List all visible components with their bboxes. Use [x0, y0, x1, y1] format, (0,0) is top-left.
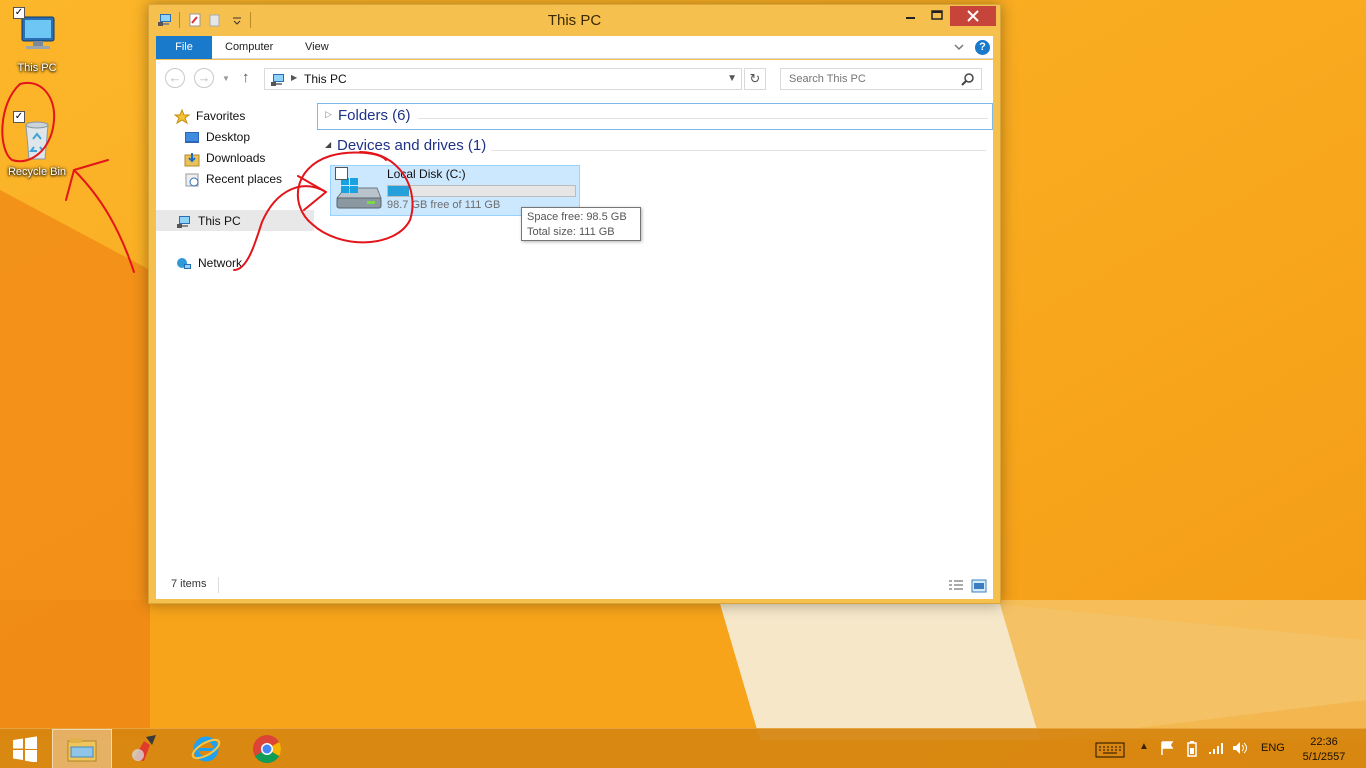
ccleaner-icon — [132, 735, 156, 761]
navigation-pane: Favorites Desktop Downloads Recent place… — [156, 95, 314, 573]
internet-explorer-icon — [191, 736, 221, 762]
start-icon — [13, 736, 37, 762]
taskbar-chrome[interactable] — [237, 729, 297, 768]
help-icon[interactable]: ? — [975, 40, 990, 55]
minimize-icon — [906, 17, 915, 19]
status-separator — [218, 577, 219, 593]
group-divider — [491, 150, 986, 151]
downloads-icon — [184, 153, 200, 167]
content-area: Favorites Desktop Downloads Recent place… — [156, 95, 993, 599]
touch-keyboard-icon[interactable] — [1095, 742, 1125, 758]
file-explorer-icon — [67, 738, 97, 762]
desktop-icon-this-pc[interactable]: ✓ This PC — [0, 7, 74, 74]
desktop-icon-label: This PC — [17, 62, 57, 74]
tooltip-line: Space free: 98.5 GB — [527, 211, 627, 223]
group-divider — [418, 118, 988, 119]
drive-name: Local Disk (C:) — [387, 167, 466, 181]
desktop-icon-label: Recycle Bin — [7, 166, 67, 178]
network-signal-icon[interactable] — [1207, 740, 1225, 756]
action-center-flag-icon[interactable] — [1159, 740, 1175, 756]
ribbon-tabs: File Computer View ? — [156, 36, 993, 59]
devices-group-header[interactable]: Devices and drives (1) — [337, 137, 486, 154]
details-view-icon[interactable] — [948, 579, 964, 593]
window-title: This PC — [547, 12, 602, 29]
volume-icon[interactable] — [1231, 740, 1249, 756]
star-icon — [174, 109, 190, 125]
items-view: ▷ Folders (6) ◢ Devices and drives (1) L… — [316, 95, 993, 573]
item-count: 7 items — [171, 578, 207, 590]
file-explorer-window: This PC File Computer View ? ← → ▼ ↑ ▶ T… — [148, 4, 1001, 604]
back-button[interactable]: ← — [165, 68, 185, 88]
nav-label: Desktop — [206, 130, 251, 144]
desktop-icon — [185, 132, 199, 143]
breadcrumb-arrow-icon[interactable]: ▶ — [291, 73, 297, 82]
desktop-icon-checkbox[interactable]: ✓ — [13, 111, 25, 123]
taskbar: ▲ ENG 22:36 5/1/2557 — [0, 728, 1366, 768]
recycle-bin-icon — [25, 121, 49, 160]
nav-label: Downloads — [206, 151, 266, 165]
minimize-button[interactable] — [897, 6, 923, 26]
input-language-indicator[interactable]: ENG — [1261, 742, 1285, 754]
close-button[interactable] — [950, 6, 996, 26]
taskbar-clock[interactable]: 22:36 5/1/2557 — [1292, 735, 1356, 765]
navigation-bar: ← → ▼ ↑ ▶ This PC ▼ ↻ — [156, 60, 993, 95]
taskbar-internet-explorer[interactable] — [176, 729, 236, 768]
taskbar-file-explorer[interactable] — [52, 729, 112, 768]
status-bar: 7 items — [156, 573, 993, 599]
power-battery-icon[interactable] — [1184, 740, 1200, 758]
chevron-down-icon[interactable] — [953, 41, 965, 53]
start-button[interactable] — [0, 729, 50, 768]
group-title: Folders (6) — [338, 107, 411, 124]
folders-group-header[interactable]: ▷ Folders (6) — [317, 103, 993, 130]
close-icon — [967, 10, 979, 22]
this-pc-small-icon — [177, 216, 190, 228]
this-pc-small-icon — [271, 74, 284, 86]
tab-file[interactable]: File — [156, 36, 212, 59]
search-box[interactable] — [780, 68, 982, 90]
search-input[interactable] — [781, 69, 956, 89]
drive-free-space: 98.7 GB free of 111 GB — [387, 199, 501, 211]
chrome-icon — [253, 735, 281, 763]
maximize-button[interactable] — [924, 6, 950, 26]
recent-places-icon — [185, 173, 199, 187]
tooltip-line: Total size: 111 GB — [527, 226, 615, 238]
nav-label: Recent places — [206, 172, 283, 186]
network-icon — [177, 258, 191, 269]
large-icons-view-icon[interactable] — [971, 579, 987, 593]
nav-label: Network — [198, 256, 243, 270]
drive-tooltip: Space free: 98.5 GB Total size: 111 GB — [521, 207, 641, 241]
search-icon[interactable] — [961, 72, 975, 86]
title-bar[interactable]: This PC — [149, 5, 1000, 35]
tab-view[interactable]: View — [295, 36, 339, 59]
breadcrumb[interactable]: This PC — [304, 72, 347, 86]
taskbar-ccleaner[interactable] — [114, 729, 174, 768]
refresh-button[interactable]: ↻ — [744, 68, 766, 90]
this-pc-icon — [21, 16, 55, 49]
address-dropdown-icon[interactable]: ▼ — [727, 73, 737, 84]
chevron-right-icon: ▷ — [325, 109, 332, 119]
tab-computer[interactable]: Computer — [215, 36, 283, 59]
nav-label: This PC — [198, 214, 241, 228]
recent-locations-dropdown[interactable]: ▼ — [222, 74, 230, 83]
drive-checkbox[interactable] — [335, 167, 348, 180]
forward-button[interactable]: → — [194, 68, 214, 88]
address-bar[interactable]: ▶ This PC ▼ — [264, 68, 742, 90]
clock-time: 22:36 — [1310, 736, 1338, 748]
desktop-icon-recycle-bin[interactable]: ✓ Recycle Bin — [0, 111, 74, 178]
desktop-icon-checkbox[interactable]: ✓ — [13, 7, 25, 19]
nav-label: Favorites — [196, 109, 246, 123]
drive-usage-bar — [387, 185, 576, 197]
drive-usage-fill — [388, 186, 409, 196]
chevron-down-icon[interactable]: ◢ — [325, 140, 331, 149]
maximize-icon — [931, 10, 943, 20]
up-button[interactable]: ↑ — [242, 69, 250, 86]
show-hidden-icons-icon[interactable]: ▲ — [1139, 741, 1149, 752]
clock-date: 5/1/2557 — [1302, 751, 1346, 763]
